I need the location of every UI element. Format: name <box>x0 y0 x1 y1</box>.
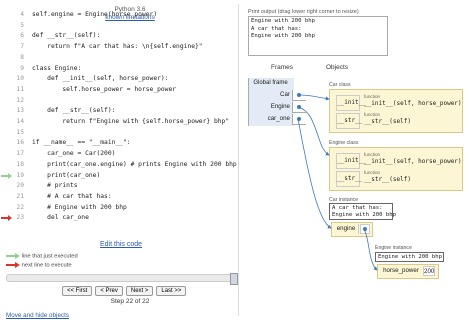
arrow-car-to-class <box>297 94 330 101</box>
pointer-arrows <box>297 94 378 271</box>
arrow-engine-to-class <box>297 106 330 156</box>
arrow-engine-attr-to-instance <box>363 228 378 271</box>
arrow-carone-to-instance <box>297 118 332 229</box>
